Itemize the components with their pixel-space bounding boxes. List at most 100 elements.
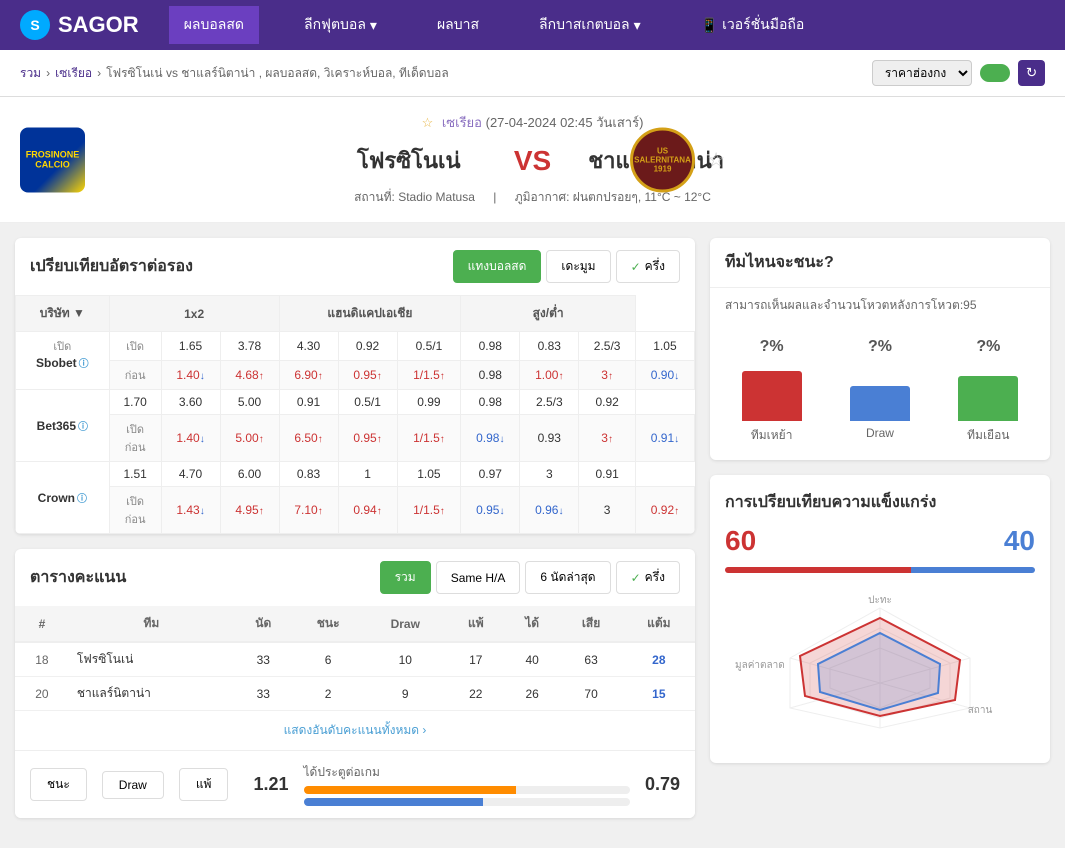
crown-open-hc2: 1.05 [397,462,461,487]
check-icon: ✓ [631,260,641,274]
strength-score-left: 60 [725,525,756,557]
refresh-button[interactable]: ↻ [1018,60,1045,86]
away-team-logo: USSALERNITANA1919 [630,127,695,192]
vote-bar-blue [850,386,910,421]
check-icon-2: ✓ [631,571,641,585]
btn-win[interactable]: ชนะ [30,768,87,801]
home-team-name: โฟรซิโนเน่ [334,143,484,178]
win-salernitana: 2 [293,677,364,711]
btn-check[interactable]: ✓ ครึ่ง [616,250,680,283]
draw-frosinone: 10 [364,642,447,677]
crown-before-hc1: 0.94↑ [338,487,397,534]
strength-score-right: 40 [1004,525,1035,557]
vote-away-label: ทีมเยือน [967,426,1009,445]
crown-before-2: 7.10↑ [279,487,338,534]
win-frosinone: 6 [293,642,364,677]
score-right: 0.79 [645,774,680,795]
left-column: เปรียบเทียบอัตราต่อรอง แทงบอลสด เดะมูม ✓… [15,238,695,833]
team-frosinone: โฟรซิโนเน่ [69,642,234,677]
vote-bars: ?% ทีมเหย้า ?% Draw ?% [710,323,1050,460]
bet365-before-2: 6.50↑ [279,415,338,462]
mobile-icon: 📱 [701,17,718,34]
odds-header: เปรียบเทียบอัตราต่อรอง แทงบอลสด เดะมูม ✓… [15,238,695,295]
sbobet-open-ou2: 1.05 [635,332,694,361]
sbobet-open-hc2: 0.98 [461,332,520,361]
vote-subtitle: สามารถเห็นผลและจำนวนโหวตหลังการโหวต:95 [710,288,1050,323]
crown-before-ou1: 0.96↓ [520,487,579,534]
bottom-bar: ชนะ Draw แพ้ 1.21 ได้ประตูต่อเกม 0.79 [15,750,695,818]
crown-open-1: 1.51 [109,462,161,487]
star-icon-left[interactable]: ☆ [422,115,434,130]
breadcrumb-current: โฟรซิโนเน่ vs ชาแลร์นิตาน่า , ผลบอลสด, ว… [106,64,449,83]
btn-live-bet[interactable]: แทงบอลสด [453,250,542,283]
btn-home-away[interactable]: Same H/A [436,561,521,594]
crown-open-hcline: 1 [338,462,397,487]
sbobet-open-ouline: 2.5/3 [579,332,636,361]
btn-check-standings[interactable]: ✓ ครึ่ง [616,561,680,594]
conceded-frosinone: 63 [559,642,622,677]
progress-bar-home [304,786,630,794]
info-icon-3[interactable]: ⓘ [77,494,87,505]
conceded-salernitana: 70 [559,677,622,711]
bet365-before-ou1: 0.93 [520,415,579,462]
vote-away-pct: ?% [976,338,1000,356]
bet365-open-x: 3.60 [161,390,220,415]
info-icon[interactable]: ⓘ [79,359,89,370]
rank-18: 18 [15,642,69,677]
region-select[interactable]: ราคาฮ่องกง [872,60,972,86]
bet365-label-before: ก่อน [109,415,161,462]
bet365-before-hc2: 0.98↓ [461,415,520,462]
played-frosinone: 33 [234,642,293,677]
strength-bar-blue [911,567,1035,573]
crown-before-hc2: 0.95↓ [461,487,520,534]
vs-label: VS [514,145,551,177]
progress-bars: ได้ประตูต่อเกม [304,763,630,806]
sbobet-before-ou2: 0.90↓ [635,361,694,390]
weather-label: ภูมิอากาศ: ฝนตกปรอยๆ, 11°C ~ 12°C [515,190,711,204]
sbobet-open-hc1: 0.92 [338,332,397,361]
standings-card: ตารางคะแนน รวม Same H/A 6 นัดล่าสุด ✓ คร… [15,549,695,818]
bet365-open-hc1: 0.91 [279,390,338,415]
btn-loss[interactable]: แพ้ [179,768,229,801]
col-team: ทีม [69,606,234,642]
btn-table[interactable]: เดะมูม [546,250,610,283]
main-content: เปรียบเทียบอัตราต่อรอง แทงบอลสด เดะมูม ✓… [0,223,1065,848]
sbobet-before-2: 6.90↑ [279,361,338,390]
progress-bar-away [304,798,630,806]
btn-draw[interactable]: Draw [102,771,164,799]
nav-item-basketball[interactable]: ผลบาส [422,6,494,44]
crown-before-ou2: 0.92↑ [635,487,694,534]
bet365-open-2: 5.00 [220,390,279,415]
breadcrumb-home[interactable]: รวม [20,64,41,83]
crown-before-ouline: 3 [579,487,636,534]
nav-item-leagues[interactable]: ลีกฟุตบอล ▾ [289,6,392,44]
standings-table: # ทีม นัด ชนะ Draw แพ้ ได้ เสีย แต้ม 18 [15,606,695,711]
nav-item-live[interactable]: ผลบอลสด [169,6,259,44]
btn-combined[interactable]: รวม [380,561,431,594]
btn-last6[interactable]: 6 นัดล่าสุด [525,561,610,594]
star-icon-right[interactable]: ☆ [707,149,725,171]
nav-item-basketball-leagues[interactable]: ลีกบาสเกตบอล ▾ [524,6,656,44]
show-all-link[interactable]: แสดงอันดับคะแนนทั้งหมด › [284,723,427,737]
logo-icon: S [20,10,50,40]
pts-salernitana: 15 [623,677,695,711]
strength-card: การเปรียบเทียบความแข็งแกร่ง 60 40 [710,475,1050,763]
sbobet-before-hc1: 0.95↑ [338,361,397,390]
standings-title: ตารางคะแนน [30,565,126,590]
table-row: Bet365ⓘ 1.70 3.60 5.00 0.91 0.5/1 0.99 0… [16,390,695,415]
odds-card: เปรียบเทียบอัตราต่อรอง แทงบอลสด เดะมูม ✓… [15,238,695,534]
col-over-under: สูง/ต่ำ [461,296,636,332]
info-icon-2[interactable]: ⓘ [78,422,88,433]
crown-open-ou1: 0.97 [461,462,520,487]
scored-salernitana: 26 [505,677,560,711]
table-row: Crownⓘ 1.51 4.70 6.00 0.83 1 1.05 0.97 3… [16,462,695,487]
col-loss: แพ้ [447,606,505,642]
col-conceded: เสีย [559,606,622,642]
vote-bar-red [742,371,802,421]
radar-svg: ปะทะ สถาน มูลค่าตลาด [725,588,1035,748]
theme-toggle[interactable] [980,64,1010,82]
sbobet-before-ou1: 1.00↑ [520,361,579,390]
bet365-cell: Bet365ⓘ [16,390,110,462]
nav-item-mobile[interactable]: 📱 เวอร์ชั่นมือถือ [686,6,820,44]
breadcrumb-league[interactable]: เซเรียอ [55,64,92,83]
